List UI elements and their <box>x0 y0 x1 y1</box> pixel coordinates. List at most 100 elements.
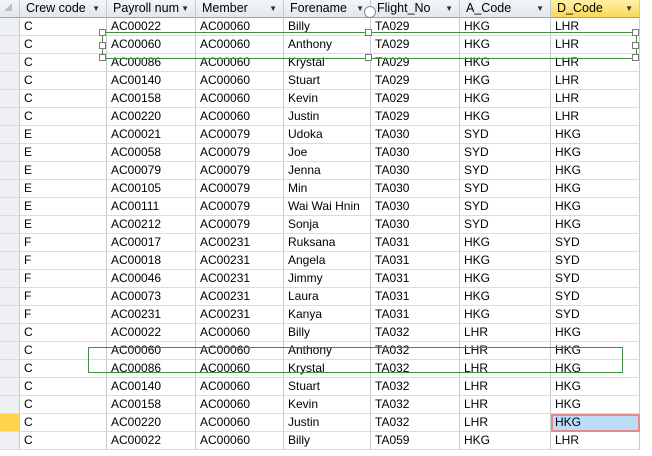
row-selector[interactable] <box>0 306 20 324</box>
column-header-payroll-num[interactable]: Payroll num ▼ <box>107 0 196 18</box>
cell-a-code[interactable]: SYD <box>460 198 551 216</box>
cell-forename[interactable]: Krystal <box>284 360 371 378</box>
cell-a-code[interactable]: HKG <box>460 18 551 36</box>
cell-crew-code[interactable]: C <box>20 360 107 378</box>
cell-flight-no[interactable]: TA031 <box>371 306 460 324</box>
cell-flight-no[interactable]: TA030 <box>371 198 460 216</box>
cell-a-code[interactable]: SYD <box>460 126 551 144</box>
cell-crew-code[interactable]: F <box>20 270 107 288</box>
cell-forename[interactable]: Laura <box>284 288 371 306</box>
cell-d-code[interactable]: SYD <box>551 288 640 306</box>
cell-d-code[interactable]: HKG <box>551 414 640 432</box>
filter-dropdown-icon[interactable]: ▼ <box>181 0 189 17</box>
resize-handle-e[interactable] <box>632 42 639 49</box>
row-selector[interactable] <box>0 126 20 144</box>
cell-a-code[interactable]: LHR <box>460 414 551 432</box>
cell-forename[interactable]: Wai Wai Hnin <box>284 198 371 216</box>
cell-a-code[interactable]: HKG <box>460 90 551 108</box>
cell-forename[interactable]: Stuart <box>284 378 371 396</box>
cell-crew-code[interactable]: C <box>20 324 107 342</box>
cell-flight-no[interactable]: TA032 <box>371 414 460 432</box>
filter-dropdown-icon[interactable]: ▼ <box>625 0 633 17</box>
cell-crew-code[interactable]: C <box>20 36 107 54</box>
row-selector[interactable] <box>0 162 20 180</box>
cell-crew-code[interactable]: E <box>20 162 107 180</box>
cell-forename[interactable]: Jenna <box>284 162 371 180</box>
cell-forename[interactable]: Kevin <box>284 396 371 414</box>
cell-member[interactable]: AC00231 <box>196 288 284 306</box>
resize-handle-n[interactable] <box>365 29 372 36</box>
cell-member[interactable]: AC00060 <box>196 396 284 414</box>
cell-flight-no[interactable]: TA029 <box>371 72 460 90</box>
cell-flight-no[interactable]: TA032 <box>371 342 460 360</box>
cell-crew-code[interactable]: C <box>20 108 107 126</box>
filter-dropdown-icon[interactable]: ▼ <box>269 0 277 17</box>
cell-d-code[interactable]: LHR <box>551 72 640 90</box>
cell-a-code[interactable]: LHR <box>460 378 551 396</box>
cell-flight-no[interactable]: TA029 <box>371 54 460 72</box>
row-selector[interactable] <box>0 414 20 432</box>
column-header-flight-no[interactable]: Flight_No ▼ <box>371 0 460 18</box>
cell-forename[interactable]: Justin <box>284 414 371 432</box>
cell-payroll-num[interactable]: AC00058 <box>107 144 196 162</box>
cell-a-code[interactable]: HKG <box>460 270 551 288</box>
cell-d-code[interactable]: HKG <box>551 126 640 144</box>
cell-d-code[interactable]: HKG <box>551 378 640 396</box>
cell-payroll-num[interactable]: AC00158 <box>107 90 196 108</box>
column-header-a-code[interactable]: A_Code ▼ <box>460 0 551 18</box>
row-selector[interactable] <box>0 144 20 162</box>
cell-forename[interactable]: Min <box>284 180 371 198</box>
row-selector[interactable] <box>0 252 20 270</box>
cell-payroll-num[interactable]: AC00158 <box>107 396 196 414</box>
cell-d-code[interactable]: HKG <box>551 198 640 216</box>
cell-a-code[interactable]: LHR <box>460 360 551 378</box>
cell-flight-no[interactable]: TA029 <box>371 108 460 126</box>
cell-a-code[interactable]: SYD <box>460 144 551 162</box>
cell-a-code[interactable]: SYD <box>460 162 551 180</box>
cell-payroll-num[interactable]: AC00060 <box>107 36 196 54</box>
cell-a-code[interactable]: LHR <box>460 324 551 342</box>
cell-member[interactable]: AC00060 <box>196 432 284 450</box>
resize-handle-nw[interactable] <box>99 29 106 36</box>
cell-a-code[interactable]: SYD <box>460 180 551 198</box>
cell-forename[interactable]: Ruksana <box>284 234 371 252</box>
cell-forename[interactable]: Jimmy <box>284 270 371 288</box>
cell-member[interactable]: AC00060 <box>196 108 284 126</box>
cell-d-code[interactable]: LHR <box>551 90 640 108</box>
cell-a-code[interactable]: HKG <box>460 252 551 270</box>
filter-dropdown-icon[interactable]: ▼ <box>445 0 453 17</box>
cell-crew-code[interactable]: E <box>20 126 107 144</box>
cell-payroll-num[interactable]: AC00046 <box>107 270 196 288</box>
cell-flight-no[interactable]: TA030 <box>371 162 460 180</box>
resize-handle-se[interactable] <box>632 54 639 61</box>
column-header-member[interactable]: Member ▼ <box>196 0 284 18</box>
cell-a-code[interactable]: HKG <box>460 288 551 306</box>
cell-crew-code[interactable]: C <box>20 90 107 108</box>
cell-payroll-num[interactable]: AC00022 <box>107 18 196 36</box>
cell-member[interactable]: AC00231 <box>196 270 284 288</box>
cell-flight-no[interactable]: TA032 <box>371 396 460 414</box>
cell-forename[interactable]: Billy <box>284 18 371 36</box>
cell-d-code[interactable]: HKG <box>551 396 640 414</box>
select-all-corner[interactable] <box>0 0 20 18</box>
cell-member[interactable]: AC00060 <box>196 72 284 90</box>
column-header-crew-code[interactable]: Crew code ▼ <box>20 0 107 18</box>
row-selector[interactable] <box>0 432 20 450</box>
cell-d-code[interactable]: HKG <box>551 324 640 342</box>
cell-d-code[interactable]: LHR <box>551 108 640 126</box>
cell-member[interactable]: AC00079 <box>196 198 284 216</box>
cell-payroll-num[interactable]: AC00212 <box>107 216 196 234</box>
cell-d-code[interactable]: HKG <box>551 162 640 180</box>
cell-forename[interactable]: Stuart <box>284 72 371 90</box>
resize-handle-w[interactable] <box>99 42 106 49</box>
cell-payroll-num[interactable]: AC00220 <box>107 414 196 432</box>
cell-a-code[interactable]: LHR <box>460 342 551 360</box>
cell-d-code[interactable]: LHR <box>551 18 640 36</box>
cell-flight-no[interactable]: TA030 <box>371 216 460 234</box>
cell-member[interactable]: AC00060 <box>196 360 284 378</box>
cell-payroll-num[interactable]: AC00018 <box>107 252 196 270</box>
cell-forename[interactable]: Anthony <box>284 36 371 54</box>
cell-d-code[interactable]: SYD <box>551 234 640 252</box>
cell-member[interactable]: AC00060 <box>196 18 284 36</box>
cell-member[interactable]: AC00079 <box>196 180 284 198</box>
